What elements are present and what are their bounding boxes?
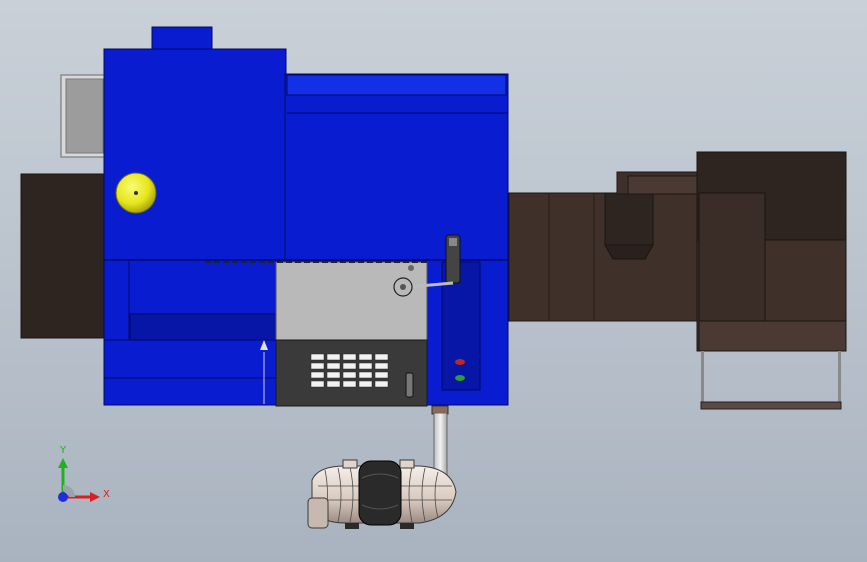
- grey-box-inner: [65, 78, 104, 154]
- model-canvas: Y X: [20, 26, 847, 529]
- motor-center-cap: [358, 460, 402, 526]
- vent-slot: [342, 380, 357, 388]
- vent-slot: [358, 380, 373, 388]
- z-axis-dot: [58, 492, 68, 502]
- cad-viewport[interactable]: Y X: [0, 0, 867, 562]
- vent-slot: [310, 362, 325, 370]
- stand-crossbar: [700, 401, 842, 410]
- left-brown-panel: [20, 173, 106, 339]
- motor-foot: [307, 497, 329, 529]
- body-main-upper: [103, 48, 287, 262]
- toggle-switch[interactable]: [405, 372, 414, 398]
- vent-slot: [310, 371, 325, 379]
- brown-hopper: [604, 192, 654, 246]
- grey-side-box: [60, 74, 106, 158]
- motor-top-tab-left: [342, 459, 358, 469]
- body-right-upper: [284, 73, 509, 262]
- stand-leg-left: [701, 351, 704, 409]
- vent-slot: [326, 362, 341, 370]
- right-brown-assembly: [508, 151, 847, 410]
- vent-slot: [326, 380, 341, 388]
- vent-slot: [358, 353, 373, 361]
- brown-tower-front: [698, 192, 766, 322]
- motor-top-tab-right: [399, 459, 415, 469]
- vent-slot: [374, 353, 389, 361]
- indicator-light-red: [455, 359, 465, 365]
- vent-slot: [342, 353, 357, 361]
- vent-slot: [374, 362, 389, 370]
- vent-slot: [310, 380, 325, 388]
- body-top-tab: [151, 26, 213, 53]
- body-lower-recess: [129, 313, 277, 341]
- vent-slot: [310, 353, 325, 361]
- body-right-header: [286, 74, 507, 96]
- vent-slot: [326, 353, 341, 361]
- hopper-funnel: [604, 244, 654, 260]
- vent-slot: [374, 371, 389, 379]
- yellow-knob[interactable]: [115, 172, 157, 214]
- stand-leg-right: [838, 351, 841, 409]
- vent-slot: [374, 380, 389, 388]
- x-axis-label: X: [103, 489, 110, 500]
- coordinate-triad: Y X: [58, 445, 110, 502]
- left-brown-block: [20, 173, 106, 339]
- vent-slot: [342, 371, 357, 379]
- brown-tower-base: [698, 320, 847, 352]
- blower-motor: [307, 459, 457, 529]
- grey-panel-upper: [275, 261, 428, 341]
- vent-slot: [342, 362, 357, 370]
- vent-slot: [326, 371, 341, 379]
- vent-slot: [358, 362, 373, 370]
- vent-slot: [358, 371, 373, 379]
- y-axis-label: Y: [59, 445, 67, 456]
- indicator-light-green: [455, 375, 465, 381]
